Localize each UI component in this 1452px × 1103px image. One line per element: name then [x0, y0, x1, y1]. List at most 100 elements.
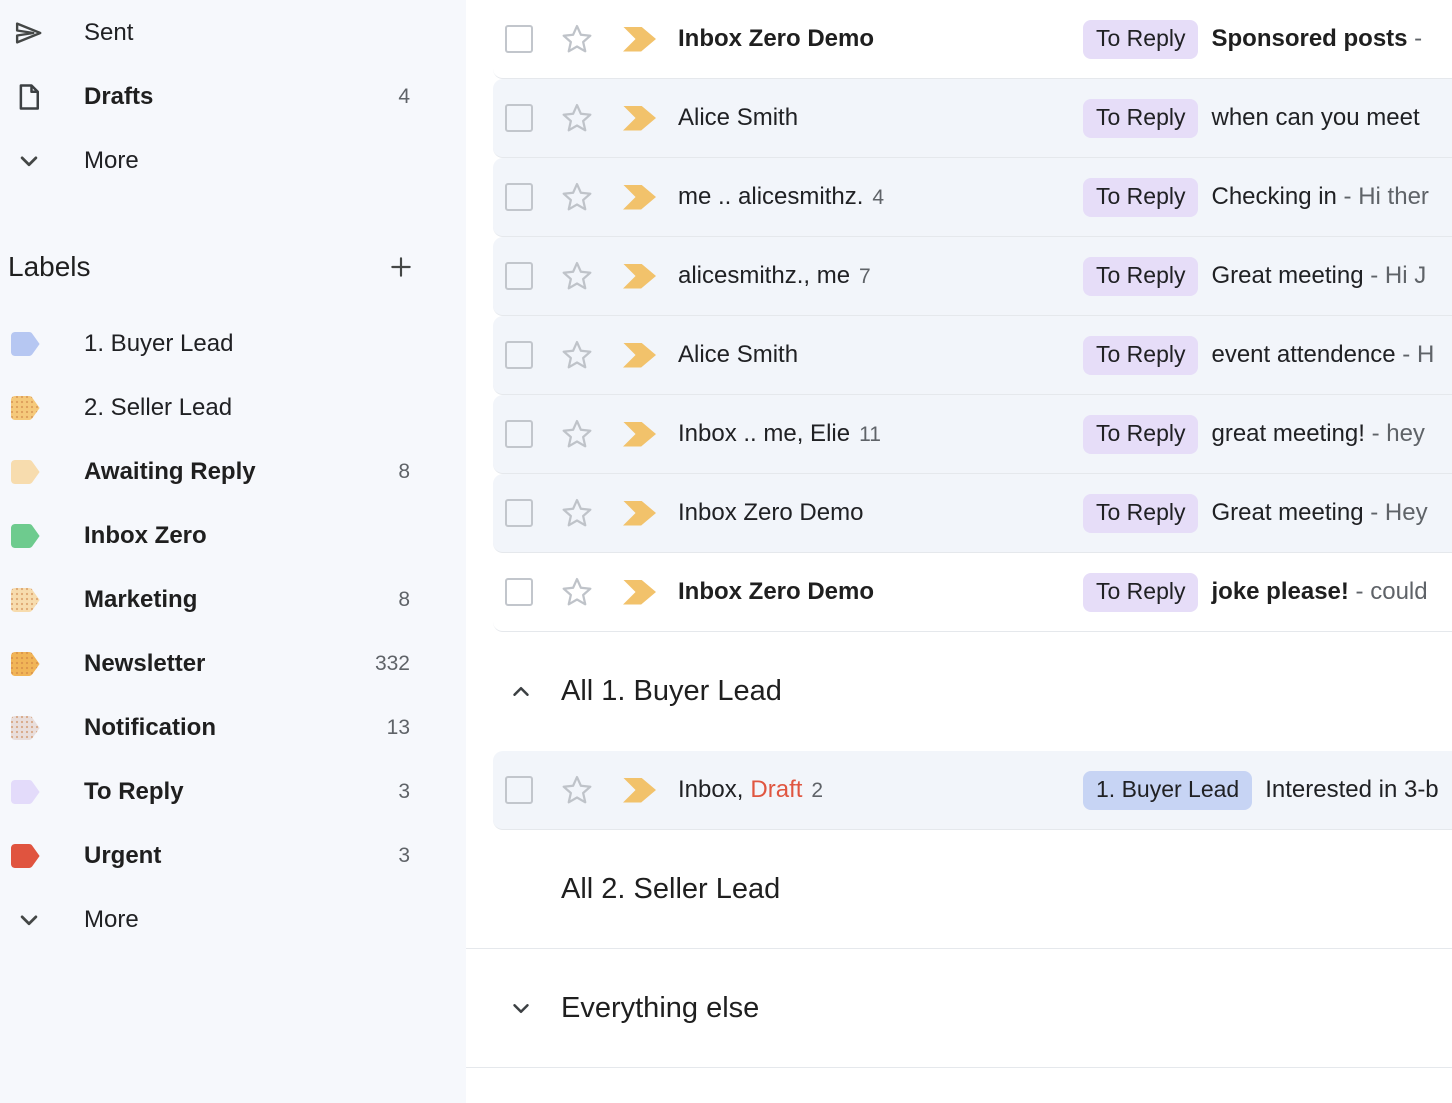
- label-count: 3: [398, 780, 410, 804]
- label-chip-to-reply[interactable]: To Reply: [1083, 336, 1198, 375]
- label-tag-icon: [10, 843, 42, 869]
- sidebar-label-buyer-lead[interactable]: 1. Buyer Lead: [0, 312, 466, 376]
- label-tag-icon: [10, 651, 42, 677]
- select-checkbox[interactable]: [505, 420, 533, 448]
- sidebar-item-more-top[interactable]: More: [0, 129, 466, 193]
- label-tag-icon: [10, 523, 42, 549]
- sidebar-item-label: Drafts: [84, 83, 153, 111]
- sidebar-item-sent[interactable]: Sent: [0, 1, 466, 65]
- label-chip-buyer-lead[interactable]: 1. Buyer Lead: [1083, 771, 1252, 810]
- section-title: Everything else: [561, 992, 759, 1025]
- importance-marker-icon[interactable]: [623, 27, 656, 52]
- email-row-draft[interactable]: Inbox,Draft2 1. Buyer Lead Interested in…: [493, 751, 1452, 830]
- section-header-buyer-lead[interactable]: All 1. Buyer Lead: [466, 632, 1452, 751]
- label-chip-to-reply[interactable]: To Reply: [1083, 178, 1198, 217]
- subject-snippet: Great meeting - Hey: [1211, 499, 1452, 527]
- thread-count: 4: [872, 186, 884, 210]
- sidebar-label-seller-lead[interactable]: 2. Seller Lead: [0, 376, 466, 440]
- subject: event attendence: [1211, 341, 1395, 368]
- sender-name: Alice Smith: [678, 341, 798, 369]
- create-label-button[interactable]: [386, 252, 416, 282]
- sidebar-item-label: More: [84, 147, 139, 175]
- sidebar-item-drafts[interactable]: Drafts 4: [0, 65, 466, 129]
- importance-marker-icon[interactable]: [623, 185, 656, 210]
- label-name: To Reply: [84, 778, 184, 806]
- email-row[interactable]: me .. alicesmithz. 4 To Reply Checking in…: [493, 158, 1452, 237]
- select-checkbox[interactable]: [505, 183, 533, 211]
- select-checkbox[interactable]: [505, 25, 533, 53]
- labels-title: Labels: [8, 251, 91, 283]
- section-header-seller-lead[interactable]: All 2. Seller Lead: [466, 830, 1452, 949]
- sidebar-label-inbox-zero[interactable]: Inbox Zero: [0, 504, 466, 568]
- select-checkbox[interactable]: [505, 499, 533, 527]
- sidebar-label-newsletter[interactable]: Newsletter 332: [0, 632, 466, 696]
- label-chip-to-reply[interactable]: To Reply: [1083, 99, 1198, 138]
- label-name: 1. Buyer Lead: [84, 330, 233, 358]
- importance-marker-icon[interactable]: [623, 264, 656, 289]
- section-title: All 1. Buyer Lead: [561, 675, 782, 708]
- star-icon[interactable]: [559, 179, 595, 215]
- sender-name: alicesmithz., me: [678, 262, 850, 290]
- importance-marker-icon[interactable]: [623, 106, 656, 131]
- subject: Checking in: [1211, 183, 1336, 210]
- subject-snippet: Interested in 3-b: [1265, 776, 1452, 804]
- label-name: Notification: [84, 714, 216, 742]
- label-list: 1. Buyer Lead 2. Seller Lead Awaiting Re…: [0, 312, 466, 888]
- label-chip-to-reply[interactable]: To Reply: [1083, 415, 1198, 454]
- star-icon[interactable]: [559, 495, 595, 531]
- importance-marker-icon[interactable]: [623, 343, 656, 368]
- email-row[interactable]: Inbox Zero Demo To Reply Sponsored posts…: [493, 0, 1452, 79]
- label-chip-to-reply[interactable]: To Reply: [1083, 257, 1198, 296]
- sidebar-label-awaiting-reply[interactable]: Awaiting Reply 8: [0, 440, 466, 504]
- star-icon[interactable]: [559, 337, 595, 373]
- star-icon[interactable]: [559, 21, 595, 57]
- select-checkbox[interactable]: [505, 776, 533, 804]
- email-row[interactable]: Inbox Zero Demo To Reply joke please! - …: [493, 553, 1452, 632]
- star-icon[interactable]: [559, 100, 595, 136]
- email-row[interactable]: Inbox Zero Demo To Reply Great meeting -…: [493, 474, 1452, 553]
- importance-marker-icon[interactable]: [623, 501, 656, 526]
- star-icon[interactable]: [559, 574, 595, 610]
- label-chip-to-reply[interactable]: To Reply: [1083, 573, 1198, 612]
- select-checkbox[interactable]: [505, 104, 533, 132]
- email-row[interactable]: alicesmithz., me7 To Reply Great meeting…: [493, 237, 1452, 316]
- chevron-down-icon: [14, 146, 44, 176]
- label-tag-icon: [10, 779, 42, 805]
- snippet: hey: [1386, 420, 1425, 447]
- sender-name: Inbox Zero Demo: [678, 25, 874, 53]
- select-checkbox[interactable]: [505, 578, 533, 606]
- importance-marker-icon[interactable]: [623, 580, 656, 605]
- importance-marker-icon[interactable]: [623, 422, 656, 447]
- importance-marker-icon[interactable]: [623, 778, 656, 803]
- email-row[interactable]: Alice Smith To Reply when can you meet: [493, 79, 1452, 158]
- section-header-everything-else[interactable]: Everything else: [466, 949, 1452, 1068]
- label-chip-to-reply[interactable]: To Reply: [1083, 494, 1198, 533]
- label-tag-icon: [10, 331, 42, 357]
- star-icon[interactable]: [559, 772, 595, 808]
- section-title: All 2. Seller Lead: [561, 873, 780, 906]
- subject: joke please!: [1211, 578, 1348, 605]
- sidebar-label-urgent[interactable]: Urgent 3: [0, 824, 466, 888]
- chevron-down-icon: [14, 905, 44, 935]
- sidebar-item-more-labels[interactable]: More: [0, 888, 466, 952]
- sidebar-label-notification[interactable]: Notification 13: [0, 696, 466, 760]
- star-icon[interactable]: [559, 258, 595, 294]
- chevron-placeholder: [508, 876, 534, 902]
- email-row[interactable]: Alice Smith To Reply event attendence - …: [493, 316, 1452, 395]
- select-checkbox[interactable]: [505, 262, 533, 290]
- subject-snippet: Checking in - Hi ther: [1211, 183, 1452, 211]
- label-chip-to-reply[interactable]: To Reply: [1083, 20, 1198, 59]
- chevron-down-icon[interactable]: [508, 995, 534, 1021]
- email-row[interactable]: Inbox .. me, Elie11 To Reply great meeti…: [493, 395, 1452, 474]
- label-tag-icon: [10, 715, 42, 741]
- sender-name: me .. alicesmithz.: [678, 183, 863, 211]
- sender-name: Inbox Zero Demo: [678, 578, 874, 606]
- chevron-up-icon[interactable]: [508, 679, 534, 705]
- thread-count: 2: [811, 779, 823, 803]
- labels-header: Labels: [0, 237, 466, 297]
- sidebar-label-marketing[interactable]: Marketing 8: [0, 568, 466, 632]
- star-icon[interactable]: [559, 416, 595, 452]
- sidebar-label-to-reply[interactable]: To Reply 3: [0, 760, 466, 824]
- select-checkbox[interactable]: [505, 341, 533, 369]
- email-list: Inbox Zero Demo To Reply Sponsored posts…: [466, 0, 1452, 1103]
